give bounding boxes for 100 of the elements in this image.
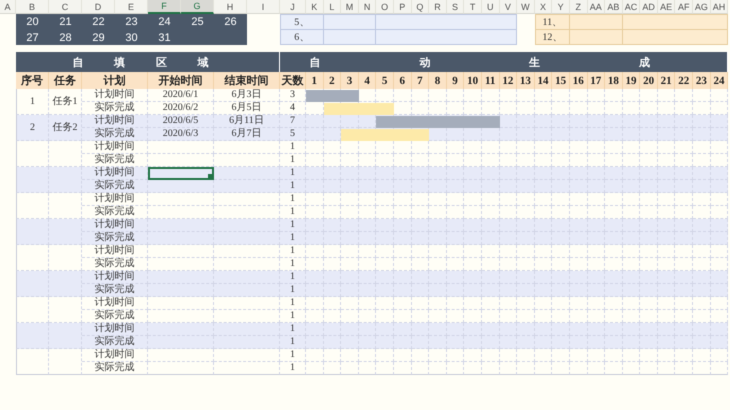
note-cell xyxy=(570,30,623,45)
column-header[interactable]: T xyxy=(464,0,482,14)
day-number: 13 xyxy=(517,72,535,89)
plan-label: 计划时间 xyxy=(82,219,148,232)
day-number: 10 xyxy=(464,72,482,89)
column-header[interactable]: Q xyxy=(412,0,430,14)
note-cell xyxy=(324,14,376,30)
calendar-day: 23 xyxy=(115,14,148,30)
day-number: 17 xyxy=(588,72,606,89)
column-header[interactable]: J xyxy=(280,0,306,14)
date-cell[interactable]: 2020/6/1 xyxy=(148,89,214,102)
plan-label: 计划时间 xyxy=(82,193,148,206)
day-number: 19 xyxy=(622,72,640,89)
column-header[interactable]: R xyxy=(429,0,447,14)
day-number: 15 xyxy=(552,72,570,89)
column-header[interactable]: V xyxy=(500,0,518,14)
column-header[interactable]: AC xyxy=(622,0,640,14)
note-cell xyxy=(324,30,376,45)
column-header[interactable]: U xyxy=(482,0,500,14)
column-title: 序号 xyxy=(16,72,49,89)
day-number: 11 xyxy=(482,72,500,89)
plan-label: 实际完成 xyxy=(82,128,148,141)
calendar-day: 31 xyxy=(148,30,181,45)
column-header[interactable]: B xyxy=(16,0,49,14)
column-header[interactable]: D xyxy=(82,0,115,14)
days-cell: 1 xyxy=(280,193,306,206)
calendar-day: 26 xyxy=(214,14,247,30)
column-header[interactable]: F xyxy=(148,0,181,14)
column-header[interactable]: AF xyxy=(675,0,694,14)
column-header[interactable]: AA xyxy=(588,0,606,14)
column-header[interactable]: AD xyxy=(640,0,658,14)
day-number: 6 xyxy=(394,72,412,89)
column-header[interactable]: W xyxy=(517,0,535,14)
day-number: 24 xyxy=(710,72,728,89)
column-title: 开始时间 xyxy=(148,72,214,89)
column-header[interactable]: G xyxy=(181,0,214,14)
day-number: 7 xyxy=(412,72,430,89)
note-cell: 12、 xyxy=(534,30,570,45)
days-cell: 1 xyxy=(280,336,306,349)
date-cell: 6月7日 xyxy=(214,128,280,141)
calendar-day: 20 xyxy=(16,14,49,30)
calendar-day: 30 xyxy=(115,30,148,45)
note-cell: 11、 xyxy=(534,14,570,30)
column-header[interactable]: S xyxy=(446,0,464,14)
day-number: 1 xyxy=(306,72,324,89)
calendar-day: 29 xyxy=(82,30,115,45)
day-number: 4 xyxy=(358,72,376,89)
days-cell: 1 xyxy=(280,323,306,336)
column-header[interactable]: M xyxy=(341,0,359,14)
column-header[interactable]: Y xyxy=(552,0,570,14)
section-title: 自 动 生 成 xyxy=(280,52,728,72)
column-header[interactable]: K xyxy=(306,0,324,14)
column-header[interactable]: AB xyxy=(605,0,623,14)
column-header[interactable]: N xyxy=(358,0,376,14)
column-header[interactable]: H xyxy=(214,0,247,14)
column-header[interactable]: P xyxy=(394,0,412,14)
calendar-day: 22 xyxy=(82,14,115,30)
days-cell: 1 xyxy=(280,180,306,193)
days-cell: 5 xyxy=(280,128,306,141)
day-number: 5 xyxy=(376,72,394,89)
column-header[interactable]: X xyxy=(534,0,552,14)
days-cell: 1 xyxy=(280,271,306,284)
plan-label: 计划时间 xyxy=(82,115,148,128)
days-cell: 7 xyxy=(280,115,306,128)
column-title: 任务 xyxy=(49,72,82,89)
plan-label: 计划时间 xyxy=(82,323,148,336)
plan-label: 实际完成 xyxy=(82,362,148,375)
calendar-day: 28 xyxy=(49,30,82,45)
days-cell: 1 xyxy=(280,232,306,245)
row-number: 2 xyxy=(16,115,49,141)
date-cell[interactable]: 2020/6/3 xyxy=(148,128,214,141)
column-header[interactable]: O xyxy=(376,0,394,14)
column-header[interactable]: E xyxy=(115,0,148,14)
date-cell[interactable]: 2020/6/5 xyxy=(148,115,214,128)
column-title: 计划 xyxy=(82,72,148,89)
note-cell: 5、 xyxy=(280,14,324,30)
column-header[interactable]: AG xyxy=(693,0,711,14)
calendar-day: 25 xyxy=(181,14,214,30)
day-number: 21 xyxy=(658,72,676,89)
fill-handle-icon[interactable] xyxy=(208,174,212,178)
column-header[interactable]: L xyxy=(324,0,342,14)
day-number: 14 xyxy=(534,72,552,89)
plan-label: 计划时间 xyxy=(82,245,148,258)
day-number: 12 xyxy=(500,72,518,89)
column-header[interactable]: AE xyxy=(658,0,676,14)
day-number: 8 xyxy=(429,72,447,89)
column-header[interactable]: Z xyxy=(570,0,588,14)
column-header[interactable]: C xyxy=(49,0,82,14)
section-title: 自 填 区 域 xyxy=(16,52,280,72)
calendar-day: 27 xyxy=(16,30,49,45)
date-cell: 6月11日 xyxy=(214,115,280,128)
days-cell: 1 xyxy=(280,219,306,232)
date-cell: 6月3日 xyxy=(214,89,280,102)
column-header[interactable]: I xyxy=(247,0,280,14)
day-number: 23 xyxy=(693,72,711,89)
column-header[interactable]: AH xyxy=(710,0,728,14)
day-number: 3 xyxy=(341,72,359,89)
plan-label: 计划时间 xyxy=(82,89,148,102)
plan-label: 实际完成 xyxy=(82,336,148,349)
column-header[interactable]: A xyxy=(0,0,16,14)
